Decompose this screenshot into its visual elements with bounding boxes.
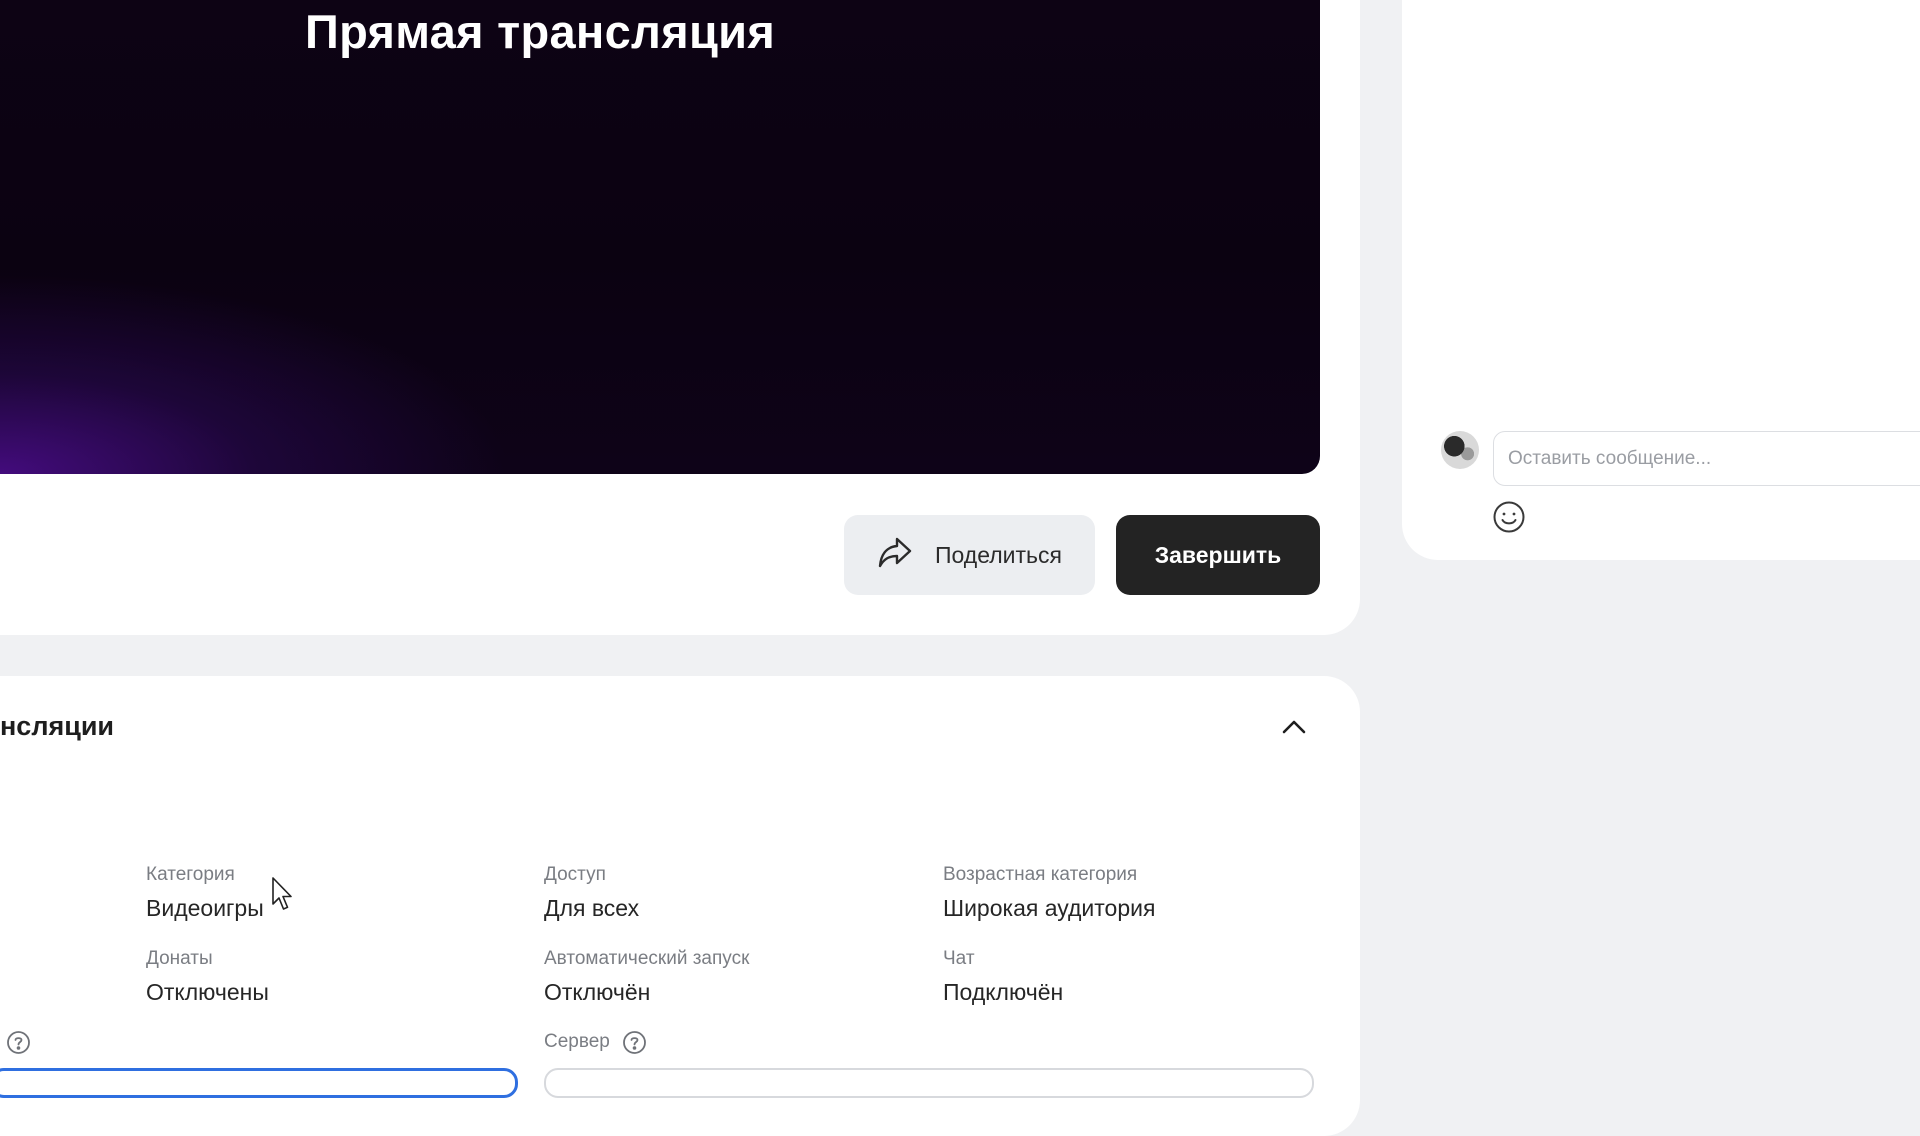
autostart-label: Автоматический запуск — [544, 948, 750, 969]
age-category-label: Возрастная категория — [943, 864, 1138, 885]
chevron-up-icon[interactable] — [1278, 713, 1310, 741]
category-value: Видеоигры — [146, 895, 264, 921]
autostart-value: Отключён — [544, 979, 651, 1005]
avatar — [1441, 431, 1479, 469]
help-icon[interactable] — [6, 1030, 31, 1055]
donations-value: Отключены — [146, 979, 269, 1005]
access-label: Доступ — [544, 864, 606, 885]
video-player[interactable]: Прямая трансляция — [0, 0, 1320, 474]
access-value: Для всех — [544, 895, 640, 921]
server-select[interactable] — [544, 1068, 1314, 1098]
stream-key-input[interactable] — [0, 1068, 518, 1098]
donations-label: Донаты — [146, 948, 213, 969]
share-button[interactable]: Поделиться — [844, 515, 1095, 595]
message-input[interactable] — [1493, 431, 1920, 486]
mouse-cursor-icon — [272, 877, 292, 910]
age-category-value: Широкая аудитория — [943, 895, 1156, 921]
share-button-label: Поделиться — [934, 541, 1062, 568]
settings-section-title: нсляции — [0, 711, 115, 741]
chat-value: Подключён — [943, 979, 1064, 1005]
server-help-icon[interactable] — [622, 1030, 647, 1055]
share-arrow-icon — [877, 534, 913, 576]
video-title: Прямая трансляция — [305, 5, 776, 58]
server-label: Сервер — [544, 1031, 610, 1052]
chat-label: Чат — [943, 948, 975, 969]
smiley-icon[interactable] — [1492, 500, 1526, 534]
category-label: Категория — [146, 864, 235, 885]
finish-stream-button[interactable]: Завершить — [1116, 515, 1320, 595]
